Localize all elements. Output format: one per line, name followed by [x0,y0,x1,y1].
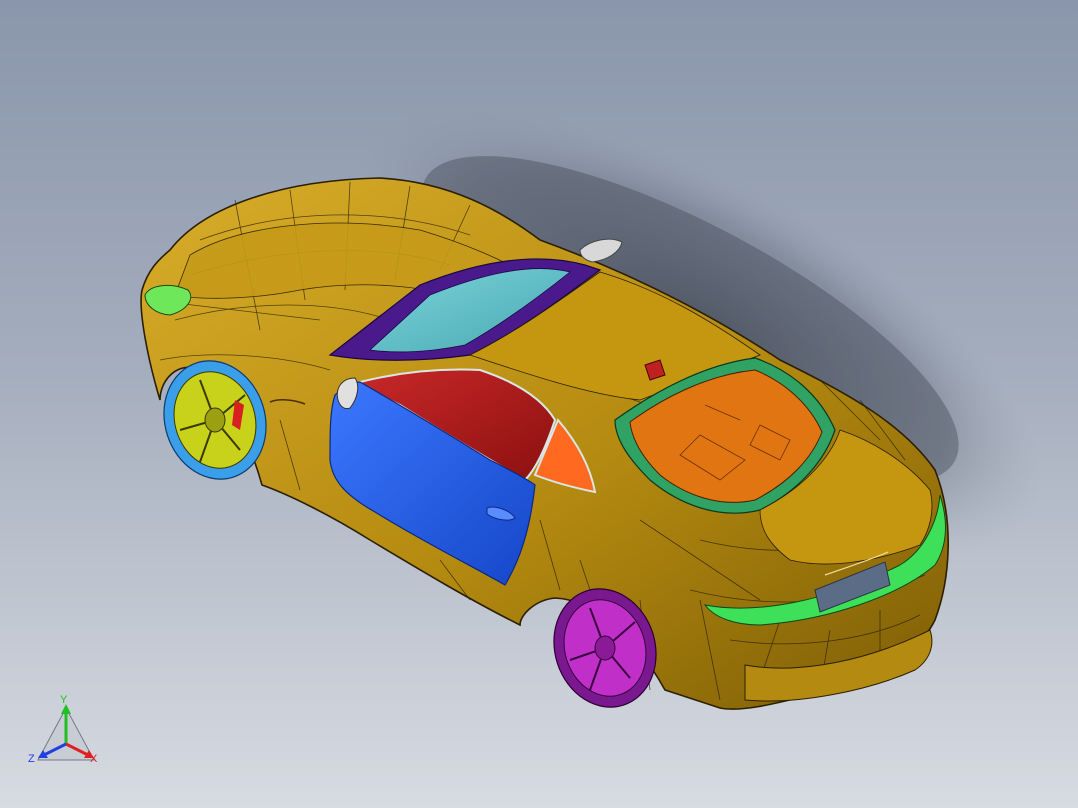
z-axis-label: Z [28,753,35,765]
model-viewport[interactable]: Y X Z [0,0,1078,808]
coordinate-triad: Y X Z [28,694,98,765]
car-model[interactable] [0,0,1078,808]
y-axis-label: Y [60,694,68,706]
x-axis-label: X [90,753,98,765]
